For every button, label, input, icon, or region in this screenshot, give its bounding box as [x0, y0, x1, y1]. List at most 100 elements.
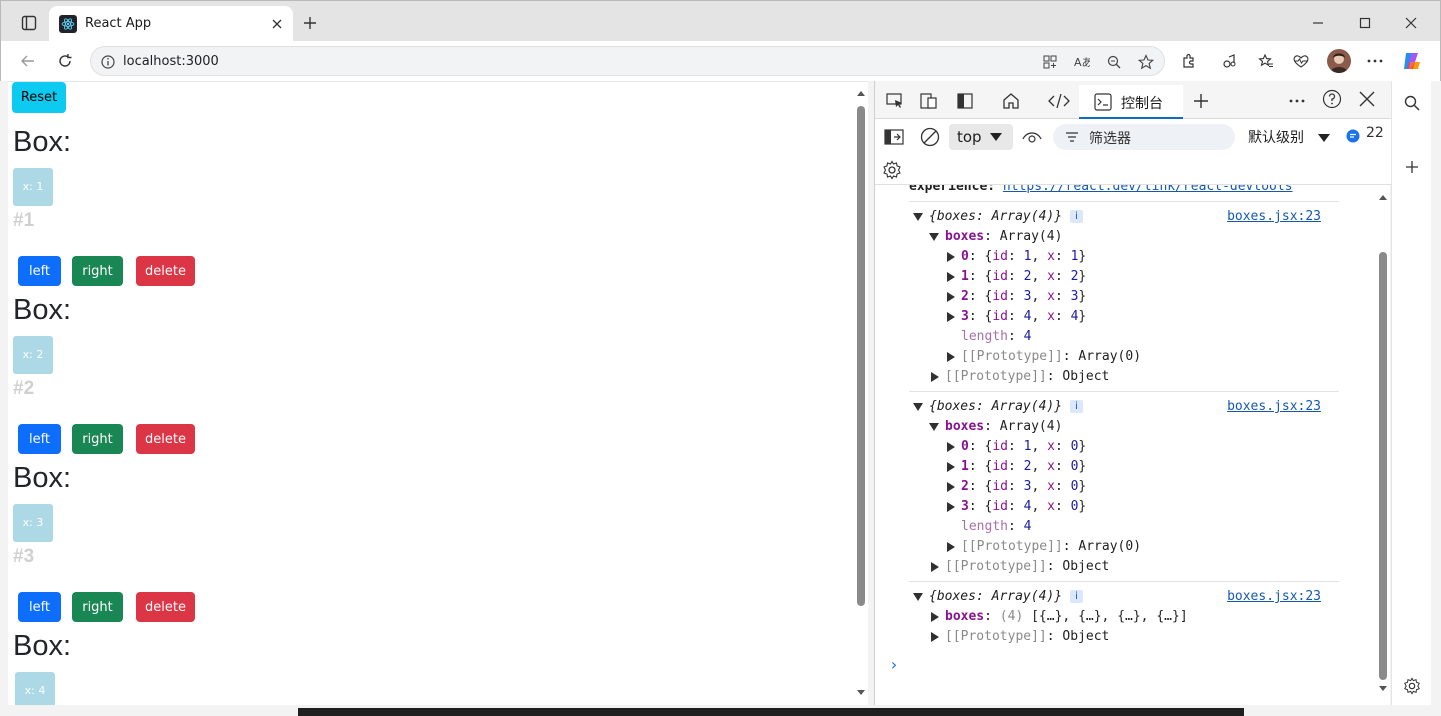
delete-button[interactable]: delete: [136, 424, 195, 454]
intro-label: experience:: [909, 185, 996, 194]
delete-button[interactable]: delete: [136, 592, 195, 622]
live-expression-eye-icon[interactable]: [1021, 127, 1043, 147]
info-badge-icon: i: [1070, 210, 1084, 223]
profile-avatar[interactable]: [1327, 49, 1351, 73]
console-prompt[interactable]: ›: [889, 655, 899, 675]
address-bar[interactable]: localhost:3000 Aあ: [90, 46, 1165, 76]
right-button[interactable]: right: [72, 592, 123, 622]
page-viewport: Reset Box: x: 1 #1 left right delete Box…: [8, 81, 868, 705]
right-button[interactable]: right: [72, 424, 123, 454]
prototype-row[interactable]: [[Prototype]]: Array(0): [947, 537, 1141, 557]
context-selector[interactable]: top: [949, 124, 1013, 150]
boxes-row[interactable]: boxes: Array(4): [929, 227, 1062, 247]
elements-code-icon[interactable]: [1047, 91, 1071, 111]
log-level-selector[interactable]: 默认级别: [1248, 127, 1304, 147]
app-available-icon[interactable]: [1041, 53, 1059, 71]
box-heading: Box:: [13, 126, 72, 158]
react-devtools-link[interactable]: https://react.dev/link/react-devtools: [1003, 185, 1293, 194]
zoom-icon[interactable]: [1105, 53, 1123, 71]
add-tool-icon[interactable]: [1191, 91, 1211, 111]
back-icon[interactable]: [18, 51, 38, 71]
source-link[interactable]: boxes.jsx:23: [1227, 207, 1321, 227]
maximize-icon[interactable]: [1355, 13, 1375, 33]
box-id-label: #3: [13, 546, 35, 567]
extensions-icon[interactable]: [1179, 51, 1199, 71]
browser-essentials-icon[interactable]: [1220, 51, 1240, 71]
browser-tab[interactable]: React App: [49, 6, 293, 42]
tab-actions-icon[interactable]: [19, 13, 39, 33]
minimize-icon[interactable]: [1308, 13, 1328, 33]
right-button[interactable]: right: [72, 256, 123, 286]
array-item-row[interactable]: 1: {id: 2, x: 0}: [947, 457, 1086, 477]
box-id-label: #2: [13, 378, 35, 399]
log-header[interactable]: {boxes: Array(4)} i: [913, 587, 1084, 607]
close-devtools-icon[interactable]: [1356, 88, 1378, 110]
source-link[interactable]: boxes.jsx:23: [1227, 587, 1321, 607]
copilot-icon[interactable]: [1401, 50, 1423, 72]
close-window-icon[interactable]: [1401, 13, 1421, 33]
tab-title: React App: [85, 16, 152, 31]
log-header-text: {boxes: Array(4)}: [929, 209, 1063, 224]
edge-sidebar: [1391, 81, 1431, 705]
array-item-row[interactable]: 0: {id: 1, x: 0}: [947, 437, 1086, 457]
message-count: 22: [1366, 125, 1384, 141]
message-divider: [909, 581, 1339, 582]
sidebar-add-icon[interactable]: [1402, 157, 1422, 177]
favorites-icon[interactable]: [1256, 51, 1276, 71]
boxes-row[interactable]: boxes: Array(4): [929, 417, 1062, 437]
left-button[interactable]: left: [18, 424, 61, 454]
close-tab-icon[interactable]: [269, 16, 285, 32]
sidebar-settings-icon[interactable]: [1401, 675, 1423, 697]
array-item-row[interactable]: 3: {id: 4, x: 4}: [947, 307, 1086, 327]
prototype-row[interactable]: [[Prototype]]: Object: [931, 367, 1109, 387]
log-header[interactable]: {boxes: Array(4)} i: [913, 397, 1084, 417]
tab-console[interactable]: 控制台: [1079, 85, 1183, 119]
favorite-star-icon[interactable]: [1137, 53, 1155, 71]
reset-button[interactable]: Reset: [12, 82, 66, 113]
delete-button[interactable]: delete: [136, 256, 195, 286]
help-icon[interactable]: [1321, 88, 1343, 110]
array-item-row[interactable]: 2: {id: 3, x: 0}: [947, 477, 1086, 497]
devtools-panel: 控制台 top 筛选器 默认级别 22 experience: https://…: [874, 81, 1391, 705]
array-item-row[interactable]: 0: {id: 1, x: 1}: [947, 247, 1086, 267]
console-settings-gear-icon[interactable]: [881, 159, 903, 181]
clear-console-icon[interactable]: [919, 126, 941, 148]
message-divider: [909, 391, 1339, 392]
source-link[interactable]: boxes.jsx:23: [1227, 397, 1321, 417]
left-button[interactable]: left: [18, 256, 61, 286]
console-scrollbar[interactable]: [1377, 190, 1389, 700]
prototype-row[interactable]: [[Prototype]]: Object: [931, 557, 1109, 577]
message-badge-icon[interactable]: [1345, 128, 1361, 144]
info-icon[interactable]: [100, 54, 116, 70]
log-header[interactable]: {boxes: Array(4)} i: [913, 207, 1084, 227]
browser-toolbar: localhost:3000 Aあ: [0, 41, 1441, 81]
box-square: x: 1: [13, 168, 53, 206]
read-aloud-icon[interactable]: Aあ: [1073, 53, 1091, 71]
more-menu-icon[interactable]: [1365, 51, 1385, 71]
prototype-row[interactable]: [[Prototype]]: Array(0): [947, 347, 1141, 367]
box-heading: Box:: [13, 294, 72, 326]
console-icon: [1093, 92, 1113, 112]
prototype-row[interactable]: [[Prototype]]: Object: [931, 627, 1109, 647]
inspect-icon[interactable]: [885, 91, 905, 111]
new-tab-icon[interactable]: [301, 14, 319, 32]
sidebar-search-icon[interactable]: [1402, 93, 1422, 113]
refresh-icon[interactable]: [55, 51, 75, 71]
boxes-row[interactable]: boxes: (4) [{…}, {…}, {…}, {…}]: [931, 607, 1188, 627]
console-message: experience: https://react.dev/link/react…: [909, 185, 1293, 197]
array-item-row[interactable]: 2: {id: 3, x: 3}: [947, 287, 1086, 307]
array-item-row[interactable]: 3: {id: 4, x: 0}: [947, 497, 1086, 517]
length-row: length: 4: [961, 329, 1032, 344]
devtools-more-icon[interactable]: [1287, 91, 1307, 111]
welcome-home-icon[interactable]: [1000, 91, 1022, 111]
page-scrollbar[interactable]: [854, 86, 868, 704]
box-id-label: #1: [13, 210, 35, 231]
box-square: x: 2: [13, 336, 53, 374]
filter-input[interactable]: 筛选器: [1053, 124, 1235, 150]
health-heart-icon[interactable]: [1291, 51, 1311, 71]
array-item-row[interactable]: 1: {id: 2, x: 2}: [947, 267, 1086, 287]
left-button[interactable]: left: [18, 592, 61, 622]
sidebar-toggle-icon[interactable]: [883, 126, 905, 148]
dock-side-icon[interactable]: [955, 91, 975, 111]
device-toolbar-icon[interactable]: [919, 91, 939, 111]
